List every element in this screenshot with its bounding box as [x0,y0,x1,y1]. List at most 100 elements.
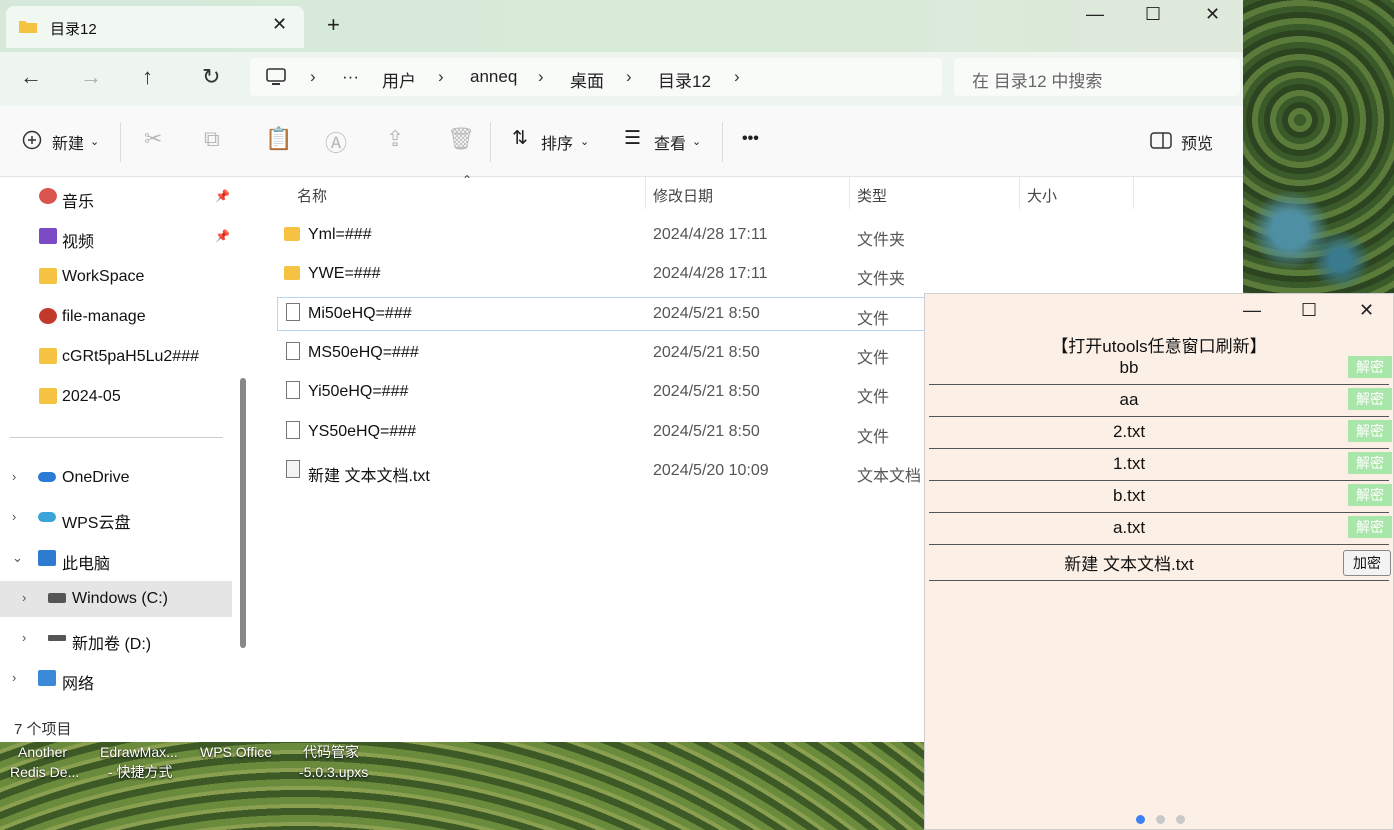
column-divider[interactable] [1019,177,1020,209]
drive-c-icon [48,593,66,603]
decrypt-button[interactable]: 解密 [1348,452,1392,474]
more-options-button[interactable]: ••• [742,130,759,148]
sidebar-item-drive-d[interactable]: › 新加卷 (D:) [0,621,232,657]
file-icon [286,342,300,360]
cut-icon[interactable]: ✂ [144,126,162,152]
sidebar-item-cgrt5pah5lu2[interactable]: cGRt5paH5Lu2### [0,339,232,375]
file-row[interactable]: YWE=### 2024/4/28 17:11 文件夹 [278,258,1158,290]
view-button[interactable]: 查看 [654,130,686,154]
tab-current[interactable]: 目录12 ✕ [6,6,304,48]
page-dot[interactable] [1176,815,1185,824]
sidebar-item-network[interactable]: › 网络 [0,661,232,697]
column-header-name[interactable]: 名称 [297,185,327,206]
breadcrumb-separator: › [538,67,544,86]
breadcrumb-separator: › [438,67,444,86]
pin-icon[interactable]: 📌 [215,229,230,243]
chevron-right-icon[interactable]: › [22,630,26,645]
sidebar-item-file-manage[interactable]: file-manage [0,299,232,335]
desktop-icon-edrawmax[interactable]: EdrawMax... - 快捷方式 [100,742,178,782]
paste-icon[interactable]: 📋 [265,126,292,152]
column-header-type[interactable]: 类型 [857,185,887,206]
close-button[interactable]: ✕ [1205,4,1220,25]
tab-close-button[interactable]: ✕ [272,14,287,35]
desktop-icon-code-manager[interactable]: 代码管家 -5.0.3.upxs [299,742,368,782]
decrypt-button[interactable]: 解密 [1348,484,1392,506]
sidebar-item-workspace[interactable]: WorkSpace [0,259,232,295]
sort-up-icon: ⌃ [462,173,473,187]
decrypt-button[interactable]: 解密 [1348,516,1392,538]
breadcrumb-more[interactable]: ··· [342,67,359,87]
text-file-icon [286,460,300,478]
column-header-date[interactable]: 修改日期 [653,185,713,206]
decrypt-button[interactable]: 解密 [1348,388,1392,410]
file-icon [286,381,300,399]
chevron-right-icon[interactable]: › [22,590,26,605]
popup-minimize-button[interactable]: — [1243,300,1261,321]
minimize-button[interactable]: — [1086,4,1104,25]
sidebar-item-2024-05[interactable]: 2024-05 [0,379,232,415]
breadcrumb-anneq[interactable]: anneq [470,67,517,87]
desktop-icon-wps-office[interactable]: WPS Office [200,742,272,762]
desktop-icon-another-redis[interactable]: Another Redis De... [10,742,79,782]
sidebar-item-wps-cloud[interactable]: › WPS云盘 [0,500,232,536]
page-dot[interactable] [1156,815,1165,824]
up-arrow-icon[interactable]: ↑ [142,64,153,90]
decrypt-button[interactable]: 解密 [1348,420,1392,442]
popup-maximize-button[interactable]: ☐ [1301,300,1317,321]
new-button[interactable]: 新建 [52,130,84,154]
back-arrow-icon[interactable]: ← [20,64,42,90]
column-header-size[interactable]: 大小 [1027,185,1057,206]
folder-icon [39,388,57,404]
forward-arrow-icon[interactable]: → [80,64,102,90]
new-tab-button[interactable]: + [327,12,340,38]
breadcrumb[interactable]: › ··· 用户 › anneq › 桌面 › 目录12 › [250,58,942,96]
share-icon[interactable]: ⇪ [386,126,404,152]
breadcrumb-separator: › [734,67,740,86]
pin-icon[interactable]: 📌 [215,189,230,203]
column-divider[interactable] [645,177,646,209]
tab-title: 目录12 [50,21,97,38]
popup-file-row: a.txt 解密 [929,512,1392,545]
popup-file-row: 1.txt 解密 [929,448,1392,481]
search-input[interactable]: 在 目录12 中搜索 [954,58,1240,96]
toolbar-divider [490,122,491,162]
breadcrumb-current[interactable]: 目录12 [658,67,711,92]
chevron-down-icon: ⌄ [692,136,702,148]
sidebar-scrollbar[interactable] [240,378,246,648]
chevron-right-icon[interactable]: › [12,670,16,685]
file-row[interactable]: Yml=### 2024/4/28 17:11 文件夹 [278,219,1158,251]
folder-icon [19,21,37,33]
music-icon [39,188,57,204]
refresh-icon[interactable]: ↻ [202,64,220,90]
breadcrumb-desktop[interactable]: 桌面 [570,67,604,92]
page-dot-active[interactable] [1136,815,1145,824]
breadcrumb-users[interactable]: 用户 [382,67,416,92]
chevron-down-icon[interactable]: ⌄ [12,550,23,566]
sort-icon: ⇅ [512,128,528,149]
sidebar-item-drive-c[interactable]: › Windows (C:) [0,581,232,617]
folder-icon [39,268,57,284]
column-divider[interactable] [1133,177,1134,209]
sidebar-item-music[interactable]: 音乐 📌 [0,179,232,215]
chevron-down-icon: ⌄ [580,136,590,148]
copy-icon[interactable]: ⧉ [204,126,220,152]
chevron-right-icon[interactable]: › [12,509,16,524]
maximize-button[interactable]: ☐ [1145,4,1161,25]
column-divider[interactable] [849,177,850,209]
sidebar-divider [10,437,223,438]
rename-icon[interactable]: Ⓐ [325,126,347,158]
sidebar-item-onedrive[interactable]: › OneDrive [0,460,232,496]
folder-icon [39,348,57,364]
popup-close-button[interactable]: ✕ [1359,300,1374,321]
encrypt-button[interactable]: 加密 [1343,550,1391,576]
delete-icon[interactable]: 🗑 [447,126,475,152]
plus-circle-icon [22,130,42,150]
file-icon [286,421,300,439]
sidebar-item-this-pc[interactable]: ⌄ 此电脑 [0,541,232,577]
preview-button[interactable]: 预览 [1181,130,1213,154]
sort-button[interactable]: 排序 [541,130,573,154]
decrypt-button[interactable]: 解密 [1348,356,1392,378]
chevron-right-icon[interactable]: › [12,469,16,484]
sidebar-item-videos[interactable]: 视频 📌 [0,219,232,255]
breadcrumb-separator: › [626,67,632,86]
